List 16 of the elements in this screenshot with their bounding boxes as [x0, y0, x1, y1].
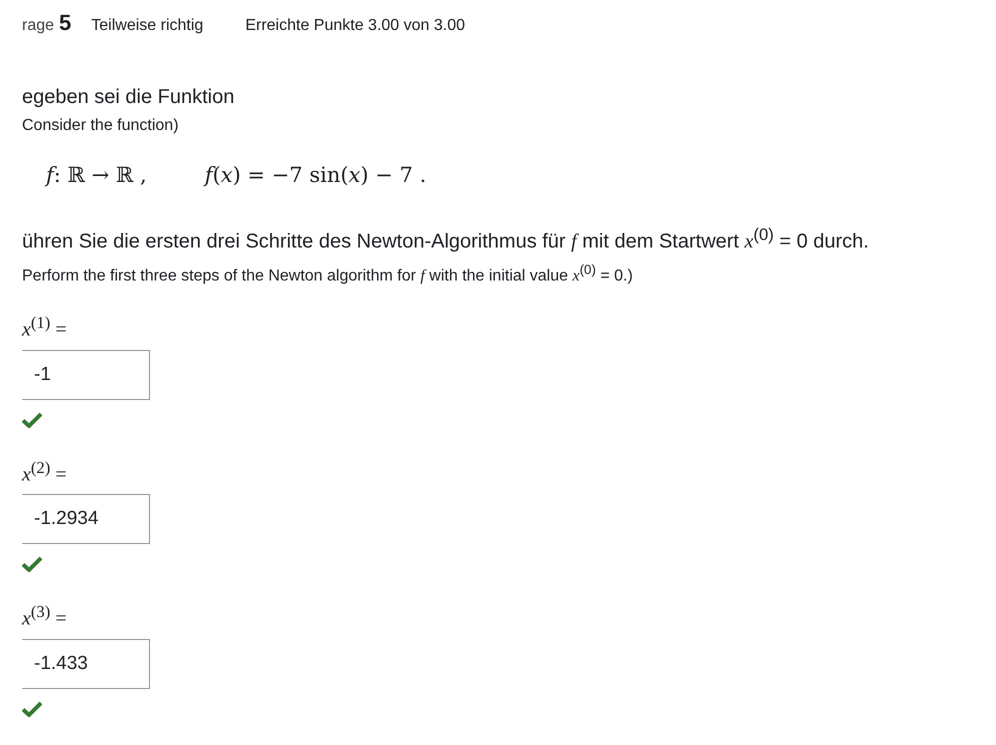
answer-label: x$^{(2)}$ = — [22, 458, 68, 486]
grade-text: Erreichte Punkte 3.00 von 3.00 — [245, 17, 466, 35]
question-number: 5 — [59, 10, 72, 36]
math-formula: f: ℝ → ℝ , — [46, 163, 147, 187]
math-formula: f(x) = −7 sin(x) − 7 . — [204, 163, 426, 187]
answer-label: x$^{(3)}$ = — [22, 602, 68, 631]
answer-label: x$^{(1)}$ = — [22, 312, 68, 342]
question-label: rage — [22, 17, 54, 35]
answer-field[interactable]: -1.433 — [22, 638, 150, 689]
answer-field[interactable]: -1 — [22, 350, 150, 400]
question-state: Teilweise richtig — [91, 17, 204, 35]
answer-field[interactable]: -1.2934 — [22, 494, 150, 544]
translation-text: Consider the function) — [22, 117, 180, 135]
task-text: ühren Sie die ersten drei Schritte des Newton-Algorithmus für f mit dem Startwert x$^{(0)}$ = 0 durch. — [22, 225, 870, 254]
translation-text: Perform the first three steps of the Newton algorithm for f with the initial value x$^{(0)}$ = 0.) — [22, 262, 634, 285]
question-text: egeben sei die Funktion — [22, 86, 236, 109]
